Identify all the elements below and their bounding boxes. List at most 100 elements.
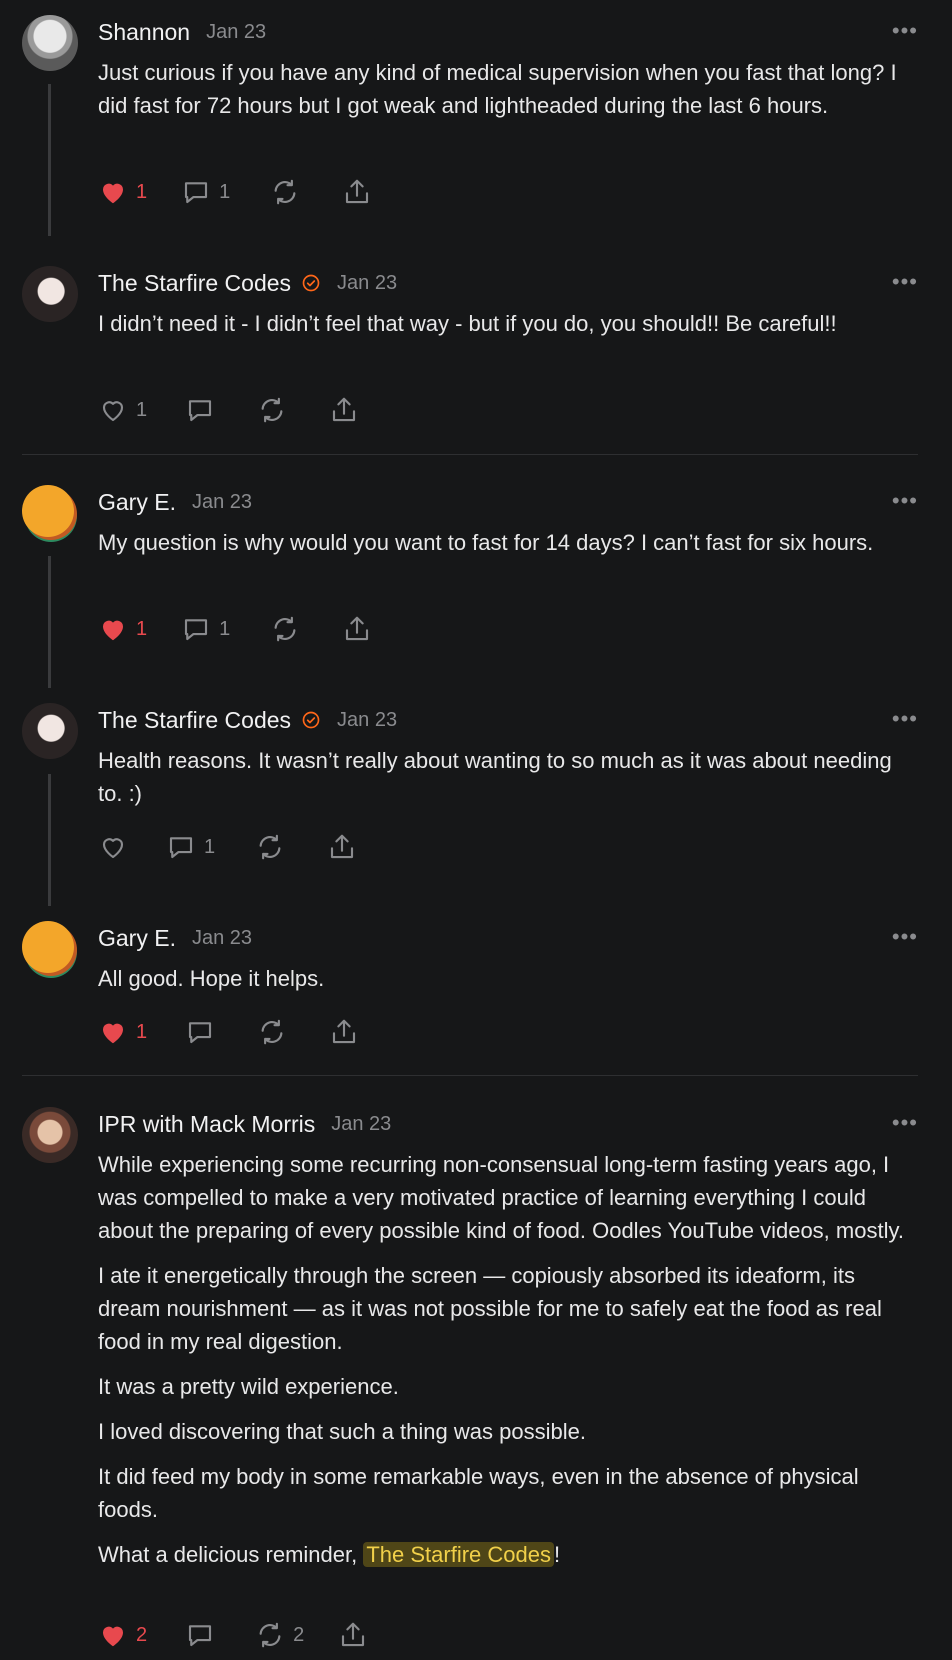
divider xyxy=(22,454,918,455)
share-button[interactable] xyxy=(327,832,357,862)
more-icon[interactable]: ••• xyxy=(892,269,918,295)
comment-icon xyxy=(185,619,208,641)
share-icon xyxy=(333,1019,356,1044)
comment-icon xyxy=(189,1022,212,1044)
paragraph: It did feed my body in some remarkable w… xyxy=(98,1464,859,1522)
reply-button[interactable]: 1 xyxy=(181,177,230,207)
share-button[interactable] xyxy=(329,1017,359,1047)
like-count: 1 xyxy=(136,180,148,203)
share-button[interactable] xyxy=(338,1620,368,1650)
share-button[interactable] xyxy=(329,395,359,425)
heart-icon xyxy=(102,838,124,859)
reply-count: 1 xyxy=(219,180,231,203)
paragraph: I loved discovering that such a thing wa… xyxy=(98,1419,586,1444)
paragraph: It was a pretty wild experience. xyxy=(98,1374,399,1399)
comment-icon xyxy=(185,182,208,204)
more-icon[interactable]: ••• xyxy=(892,706,918,732)
more-icon[interactable]: ••• xyxy=(892,1110,918,1136)
like-count: 1 xyxy=(136,617,148,640)
restack-button[interactable] xyxy=(270,177,300,207)
comment-date[interactable]: Jan 23 xyxy=(192,491,252,514)
reply-count: 1 xyxy=(204,835,216,858)
comment-date[interactable]: Jan 23 xyxy=(337,272,397,295)
avatar[interactable] xyxy=(22,1107,78,1163)
author-name[interactable]: The Starfire Codes xyxy=(98,707,291,734)
like-button[interactable]: 1 xyxy=(98,614,147,644)
heart-icon xyxy=(102,401,124,422)
author-name[interactable]: IPR with Mack Morris xyxy=(98,1111,315,1138)
avatar[interactable] xyxy=(22,703,78,759)
share-button[interactable] xyxy=(342,177,372,207)
restack-button[interactable]: 2 xyxy=(255,1620,304,1650)
heart-icon xyxy=(103,183,123,204)
author-name[interactable]: Gary E. xyxy=(98,489,176,516)
author-name[interactable]: The Starfire Codes xyxy=(98,270,291,297)
comment-text: My question is why would you want to fas… xyxy=(98,530,874,555)
like-button[interactable]: 2 xyxy=(98,1620,147,1650)
author-name[interactable]: Gary E. xyxy=(98,925,176,952)
more-icon[interactable]: ••• xyxy=(892,18,918,44)
restack-button[interactable] xyxy=(255,832,285,862)
comment-icon xyxy=(169,837,193,859)
comment-icon xyxy=(189,400,212,422)
comment-date[interactable]: Jan 23 xyxy=(192,927,252,950)
comment-starfire-reply: The Starfire Codes Jan 23 ••• Health rea… xyxy=(0,688,952,906)
restack-button[interactable] xyxy=(257,1017,287,1047)
paragraph: What a delicious reminder, The Starfire … xyxy=(98,1538,918,1571)
restack-icon xyxy=(259,1622,281,1648)
share-icon xyxy=(346,616,369,641)
like-count: 1 xyxy=(136,398,148,421)
more-icon[interactable]: ••• xyxy=(892,924,918,950)
comment-text: Just curious if you have any kind of med… xyxy=(98,60,897,118)
divider xyxy=(22,1075,918,1076)
avatar[interactable] xyxy=(22,485,78,542)
comment-date[interactable]: Jan 23 xyxy=(331,1113,391,1136)
text: ! xyxy=(553,1542,561,1567)
restack-button[interactable] xyxy=(270,614,300,644)
reply-count: 1 xyxy=(219,617,231,640)
share-button[interactable] xyxy=(342,614,372,644)
comment-text: I didn’t need it - I didn’t feel that wa… xyxy=(98,311,837,336)
avatar[interactable] xyxy=(22,15,78,71)
restack-icon xyxy=(261,1019,283,1045)
paragraph: While experiencing some recurring non-co… xyxy=(98,1152,904,1243)
share-icon xyxy=(333,397,356,422)
restack-icon xyxy=(259,834,281,860)
comment-gary: Gary E. Jan 23 ••• My question is why wo… xyxy=(0,470,952,688)
restack-count: 2 xyxy=(293,1623,305,1646)
like-count: 2 xyxy=(136,1623,148,1646)
comment-icon xyxy=(189,1625,212,1647)
share-icon xyxy=(331,834,354,859)
reply-button[interactable]: 1 xyxy=(166,832,215,862)
thread-line xyxy=(48,774,51,906)
comment-date[interactable]: Jan 23 xyxy=(206,21,266,44)
avatar[interactable] xyxy=(22,921,78,978)
verified-check-icon xyxy=(302,711,320,729)
share-icon xyxy=(342,1622,365,1647)
like-button[interactable]: 1 xyxy=(98,1017,147,1047)
comment-gary-reply: Gary E. Jan 23 ••• All good. Hope it hel… xyxy=(0,906,952,1076)
like-count: 1 xyxy=(136,1020,148,1043)
like-button[interactable]: 1 xyxy=(98,177,147,207)
reply-button[interactable] xyxy=(185,1620,215,1650)
comment-text: Health reasons. It wasn’t really about w… xyxy=(98,748,892,806)
like-button[interactable]: 1 xyxy=(98,395,147,425)
comment-ipr: IPR with Mack Morris Jan 23 ••• While ex… xyxy=(0,1092,952,1660)
avatar[interactable] xyxy=(22,266,78,322)
verified-check-icon xyxy=(302,274,320,292)
comment-text: All good. Hope it helps. xyxy=(98,966,325,991)
author-name[interactable]: Shannon xyxy=(98,19,190,46)
paragraph: I ate it energetically through the scree… xyxy=(98,1263,882,1354)
reply-button[interactable]: 1 xyxy=(181,614,230,644)
mention-link[interactable]: The Starfire Codes xyxy=(363,1542,554,1567)
share-icon xyxy=(346,179,369,204)
restack-icon xyxy=(261,397,283,423)
reply-button[interactable] xyxy=(185,1017,215,1047)
comment-starfire: The Starfire Codes Jan 23 ••• I didn’t n… xyxy=(0,251,952,454)
reply-button[interactable] xyxy=(185,395,215,425)
heart-icon xyxy=(103,1023,123,1044)
restack-button[interactable] xyxy=(257,395,287,425)
more-icon[interactable]: ••• xyxy=(892,488,918,514)
like-button[interactable] xyxy=(98,832,128,862)
comment-date[interactable]: Jan 23 xyxy=(337,709,397,732)
